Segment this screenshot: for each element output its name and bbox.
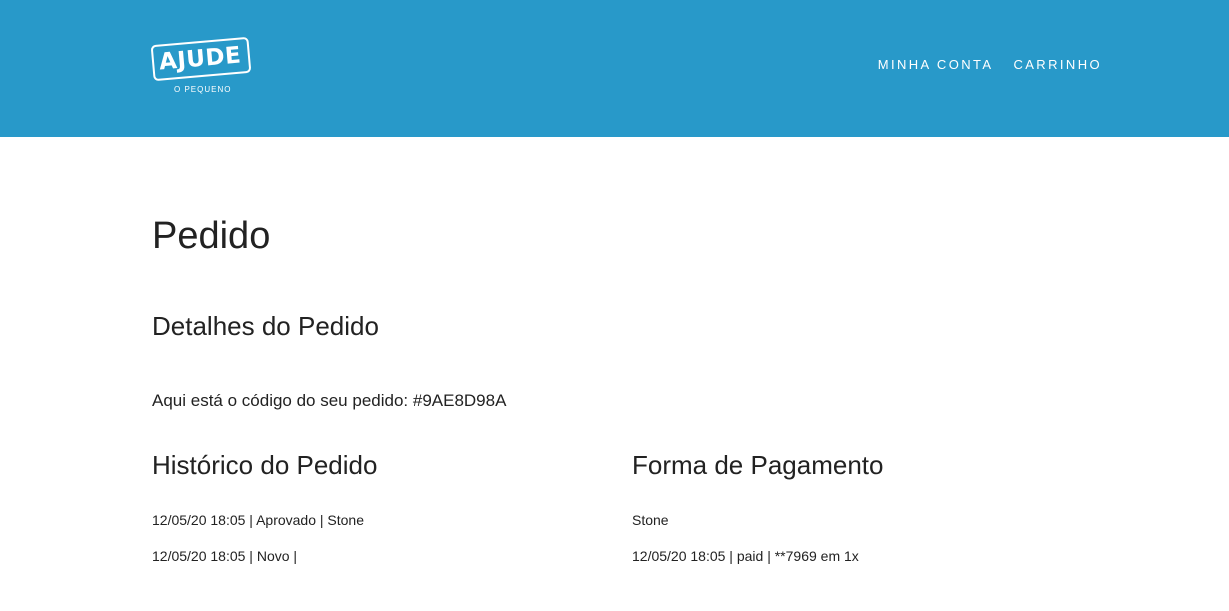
- order-history-title: Histórico do Pedido: [152, 450, 378, 480]
- payment-method-title: Forma de Pagamento: [632, 450, 884, 480]
- nav-my-account-link[interactable]: MINHA CONTA: [878, 57, 994, 73]
- nav-cart-link[interactable]: CARRINHO: [1013, 57, 1102, 73]
- history-entry: 12/05/20 18:05 | Aprovado | Stone: [152, 512, 364, 528]
- page-title: Pedido: [152, 215, 271, 257]
- site-header: AJUDE O PEQUENO MINHA CONTA CARRINHO: [0, 0, 1229, 137]
- logo-subtitle: O PEQUENO: [174, 85, 232, 94]
- site-logo[interactable]: AJUDE O PEQUENO: [150, 36, 256, 98]
- order-details-title: Detalhes do Pedido: [152, 311, 379, 341]
- order-code-text: Aqui está o código do seu pedido: #9AE8D…: [152, 391, 507, 410]
- payment-details: 12/05/20 18:05 | paid | **7969 em 1x: [632, 548, 859, 564]
- payment-method-name: Stone: [632, 512, 669, 528]
- main-nav: MINHA CONTA CARRINHO: [878, 57, 1102, 73]
- history-entry: 12/05/20 18:05 | Novo |: [152, 548, 298, 564]
